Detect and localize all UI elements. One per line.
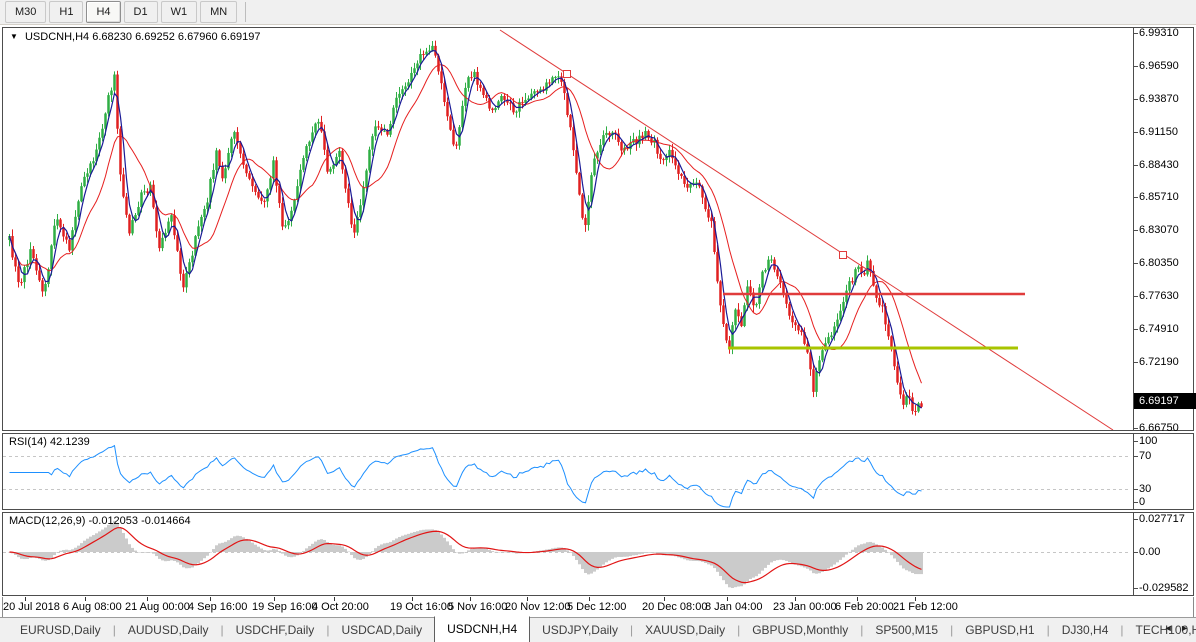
time-axis-label: 6 Feb 20:00	[835, 601, 894, 613]
symbol-tab-gbpusd[interactable]: GBPUSD,H1	[953, 618, 1046, 642]
time-axis-label: 8 Jan 04:00	[705, 601, 763, 613]
price-axis-label: 6.88430	[1139, 159, 1179, 171]
time-axis-label: 4 Sep 16:00	[188, 601, 247, 613]
macd-value-main: -0.012053	[88, 515, 138, 527]
time-axis-label: 20 Dec 08:00	[642, 601, 707, 613]
symbol-tab-xauusd[interactable]: XAUUSD,Daily	[633, 618, 737, 642]
time-axis-label: 20 Jul 2018	[3, 601, 60, 613]
symbol-tab-audusd[interactable]: AUDUSD,Daily	[116, 618, 221, 642]
price-axis-label: 6.91150	[1139, 126, 1178, 138]
symbol-tab-gbpusd[interactable]: GBPUSD,Monthly	[740, 618, 860, 642]
time-axis-label: 21 Aug 00:00	[125, 601, 190, 613]
chart-title: ▼ USDCNH,H4 6.68230 6.69252 6.67960 6.69…	[10, 31, 260, 43]
time-axis-label: 19 Oct 16:00	[390, 601, 453, 613]
current-price-badge: 6.69197	[1134, 393, 1196, 409]
timeframe-button-h1[interactable]: H1	[49, 1, 83, 23]
rsi-value: 42.1239	[50, 436, 90, 448]
price-axis-label: 6.96590	[1139, 60, 1179, 72]
macd-label: MACD(12,26,9) -0.012053 -0.014664	[9, 515, 191, 527]
symbol-tab-usdchf[interactable]: USDCHF,Daily	[224, 618, 327, 642]
timeframe-button-m30[interactable]: M30	[5, 1, 46, 23]
rsi-axis-label: 0	[1139, 496, 1145, 508]
time-axis-label: 23 Jan 00:00	[773, 601, 837, 613]
ohlc-low: 6.67960	[178, 31, 218, 43]
macd-axis-label: 0.00	[1139, 546, 1160, 558]
timeframe-button-w1[interactable]: W1	[161, 1, 198, 23]
toolbar-separator	[245, 2, 246, 22]
symbol-tab-dj30[interactable]: DJ30,H4	[1050, 618, 1121, 642]
ohlc-high: 6.69252	[135, 31, 175, 43]
time-axis-label: 5 Dec 12:00	[567, 601, 626, 613]
price-axis-label: 6.72190	[1139, 356, 1179, 368]
macd-axis-label: -0.029582	[1139, 582, 1189, 594]
main-chart-panel[interactable]	[2, 27, 1194, 431]
price-axis-label: 6.99310	[1139, 27, 1179, 39]
symbol-tab-eurusd[interactable]: EURUSD,Daily	[8, 618, 113, 642]
scroll-right-icon[interactable]: ►	[1180, 623, 1189, 633]
time-axis-label: 4 Oct 20:00	[312, 601, 369, 613]
symbol-tabbar: EURUSD,Daily|AUDUSD,Daily|USDCHF,Daily|U…	[0, 617, 1196, 642]
macd-value-signal: -0.014664	[141, 515, 191, 527]
symbol-tab-usdcad[interactable]: USDCAD,Daily	[329, 618, 434, 642]
time-axis-label: 5 Nov 16:00	[448, 601, 507, 613]
price-axis-label: 6.85710	[1139, 191, 1179, 203]
symbol-tab-usdcnh[interactable]: USDCNH,H4	[434, 616, 530, 642]
rsi-axis-label: 100	[1139, 435, 1157, 447]
tab-scroll-arrows: ◄ ►	[1159, 623, 1189, 633]
price-axis-label: 6.93870	[1139, 93, 1179, 105]
price-axis-label: 6.66750	[1139, 422, 1179, 434]
price-axis-label: 6.77630	[1139, 290, 1179, 302]
macd-axis-label: 0.027717	[1139, 513, 1185, 525]
ohlc-open: 6.68230	[92, 31, 132, 43]
rsi-label: RSI(14) 42.1239	[9, 436, 90, 448]
time-axis-label: 21 Feb 12:00	[893, 601, 958, 613]
time-axis-label: 20 Nov 12:00	[505, 601, 570, 613]
time-axis-label: 6 Aug 08:00	[63, 601, 122, 613]
rsi-name: RSI(14)	[9, 436, 47, 448]
rsi-axis-label: 70	[1139, 450, 1151, 462]
timeframe-button-mn[interactable]: MN	[200, 1, 237, 23]
scroll-left-icon[interactable]: ◄	[1164, 623, 1173, 633]
time-axis-label: 19 Sep 16:00	[252, 601, 317, 613]
rsi-axis-label: 30	[1139, 483, 1151, 495]
price-axis-label: 6.74910	[1139, 323, 1179, 335]
chart-dropdown-icon[interactable]: ▼	[10, 32, 18, 41]
chart-symbol: USDCNH,H4	[25, 31, 89, 43]
symbol-tab-sp500[interactable]: SP500,M15	[863, 618, 950, 642]
rsi-panel[interactable]	[2, 433, 1194, 510]
timeframe-toolbar: M30H1H4D1W1MN	[0, 0, 1196, 25]
timeframe-button-h4[interactable]: H4	[86, 1, 120, 23]
ohlc-close: 6.69197	[221, 31, 261, 43]
price-axis-label: 6.83070	[1139, 224, 1179, 236]
price-axis-label: 6.80350	[1139, 257, 1179, 269]
symbol-tab-usdjpy[interactable]: USDJPY,Daily	[530, 618, 630, 642]
mt4-chart-window: M30H1H4D1W1MN ▼ USDCNH,H4 6.68230 6.6925…	[0, 0, 1196, 642]
macd-name: MACD(12,26,9)	[9, 515, 85, 527]
timeframe-button-d1[interactable]: D1	[124, 1, 158, 23]
